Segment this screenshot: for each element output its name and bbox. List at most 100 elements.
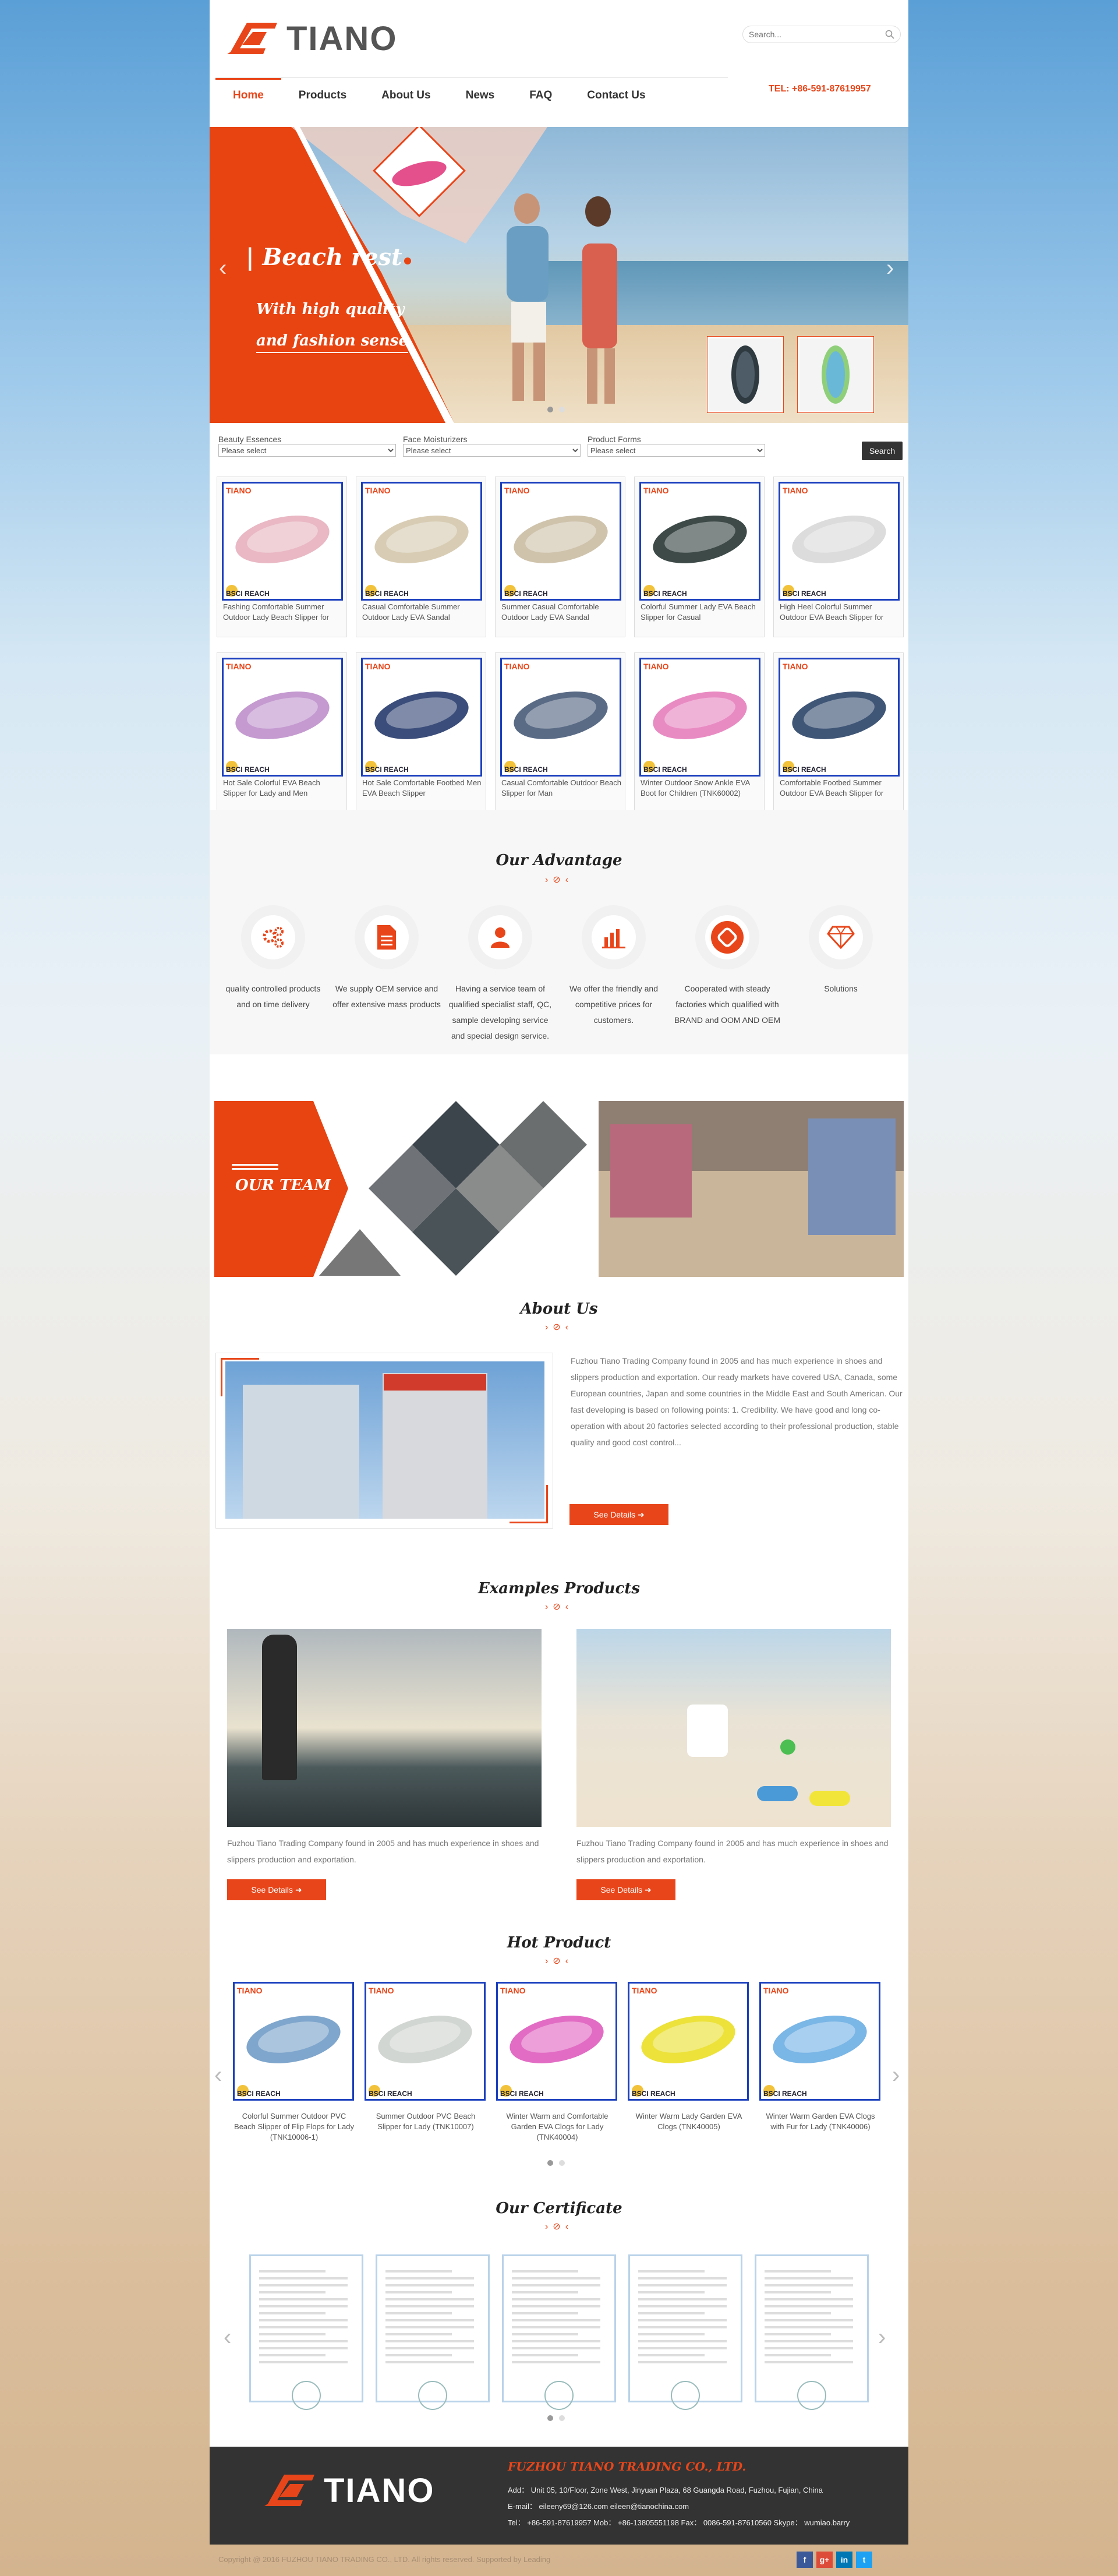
certificate-image[interactable]: [502, 2254, 616, 2410]
product-image[interactable]: TIANO BSCI REACH: [639, 482, 760, 601]
hot-product-card[interactable]: TIANO BSCI REACH Winter Warm and Comfortab…: [496, 1982, 624, 2151]
cert-next-icon[interactable]: ›: [878, 2324, 886, 2351]
product-image[interactable]: TIANO BSCI REACH: [500, 482, 621, 601]
nav-products[interactable]: Products: [281, 78, 364, 113]
product-caption[interactable]: Winter Warm Lady Garden EVA Clogs (TNK40…: [628, 2111, 750, 2132]
advantage-item: We supply OEM service and offer extensiv…: [332, 905, 441, 1012]
nav-home[interactable]: Home: [215, 78, 281, 113]
logo-mark-icon: [227, 23, 277, 54]
advantage-text: quality controlled products and on time …: [225, 984, 321, 1009]
hot-dot[interactable]: [547, 2160, 553, 2166]
product-caption[interactable]: High Heel Colorful Summer Outdoor EVA Be…: [780, 602, 900, 623]
certificate-image[interactable]: [249, 2254, 363, 2410]
filter-select[interactable]: Please select: [218, 444, 396, 457]
team-banner: OUR TEAM: [214, 1101, 904, 1277]
hot-product-card[interactable]: TIANO BSCI REACH Winter Warm Lady Garden E…: [628, 1982, 756, 2151]
product-caption[interactable]: Summer Casual Comfortable Outdoor Lady E…: [501, 602, 621, 623]
banner-thumb-2[interactable]: [797, 336, 874, 413]
product-card[interactable]: TIANO BSCI REACH Summer Casual Comfortable…: [495, 477, 625, 637]
nav-news[interactable]: News: [448, 78, 512, 113]
product-brand-label: TIANO: [643, 662, 669, 671]
product-card[interactable]: TIANO BSCI REACH Fashing Comfortable Summe…: [217, 477, 347, 637]
linkedin-icon[interactable]: in: [836, 2552, 852, 2568]
certificate-image[interactable]: [628, 2254, 742, 2410]
product-caption[interactable]: Winter Outdoor Snow Ankle EVA Boot for C…: [641, 778, 760, 799]
hot-product-card[interactable]: TIANO BSCI REACH Winter Warm Garden EVA Cl…: [759, 1982, 887, 2151]
banner-dot[interactable]: [547, 407, 553, 412]
product-caption[interactable]: Colorful Summer Lady EVA Beach Slipper f…: [641, 602, 760, 623]
advantage-icon-circle: [809, 905, 873, 969]
product-card[interactable]: TIANO BSCI REACH Hot Sale Comfortable Foot…: [356, 652, 486, 813]
nav-about-us[interactable]: About Us: [364, 78, 448, 113]
advantage-text: Solutions: [824, 984, 858, 993]
product-caption[interactable]: Colorful Summer Outdoor PVC Beach Slippe…: [233, 2111, 355, 2143]
product-caption[interactable]: Comfortable Footbed Summer Outdoor EVA B…: [780, 778, 900, 799]
site-logo[interactable]: TIANO: [219, 15, 417, 62]
product-image[interactable]: TIANO BSCI REACH: [222, 658, 343, 777]
product-card[interactable]: TIANO BSCI REACH Winter Outdoor Snow Ankle…: [634, 652, 765, 813]
cert-dot[interactable]: [547, 2415, 553, 2421]
hot-next-icon[interactable]: ›: [892, 2062, 900, 2088]
product-card[interactable]: TIANO BSCI REACH Casual Comfortable Outdoo…: [495, 652, 625, 813]
product-image[interactable]: TIANO BSCI REACH: [222, 482, 343, 601]
product-caption[interactable]: Summer Outdoor PVC Beach Slipper for Lad…: [365, 2111, 487, 2132]
hot-dot[interactable]: [559, 2160, 565, 2166]
google-plus-icon[interactable]: g+: [816, 2552, 833, 2568]
hot-product-card[interactable]: TIANO BSCI REACH Colorful Summer Outdoor P…: [233, 1982, 361, 2151]
certificate-image[interactable]: [376, 2254, 490, 2410]
product-card[interactable]: TIANO BSCI REACH Colorful Summer Lady EVA …: [634, 477, 765, 637]
product-image[interactable]: TIANO BSCI REACH: [361, 482, 482, 601]
filter-search-button[interactable]: Search: [862, 442, 903, 460]
cert-dot[interactable]: [559, 2415, 565, 2421]
about-text: Fuzhou Tiano Trading Company found in 20…: [571, 1356, 903, 1447]
banner-thumb-1[interactable]: [707, 336, 784, 413]
product-card[interactable]: TIANO BSCI REACH Hot Sale Colorful EVA Bea…: [217, 652, 347, 813]
product-caption[interactable]: Hot Sale Colorful EVA Beach Slipper for …: [223, 778, 343, 799]
product-image[interactable]: TIANO BSCI REACH: [779, 658, 900, 777]
cert-prev-icon[interactable]: ‹: [224, 2324, 231, 2351]
banner-next-icon[interactable]: ›: [886, 255, 894, 281]
product-cert-labels: BSCI REACH: [369, 2090, 412, 2098]
search-input[interactable]: [749, 30, 885, 39]
footer-logo-mark-icon: [264, 2475, 314, 2506]
hot-prev-icon[interactable]: ‹: [214, 2062, 222, 2088]
product-brand-label: TIANO: [365, 486, 391, 495]
product-card[interactable]: TIANO BSCI REACH High Heel Colorful Summer…: [773, 477, 904, 637]
nav-contact-us[interactable]: Contact Us: [569, 78, 663, 113]
example-see-details-button[interactable]: See Details ➜: [227, 1879, 326, 1900]
footer-logo[interactable]: TIANO: [256, 2470, 434, 2511]
product-image[interactable]: TIANO BSCI REACH: [500, 658, 621, 777]
product-image[interactable]: TIANO BSCI REACH: [233, 1982, 354, 2101]
advantage-item: quality controlled products and on time …: [219, 905, 327, 1012]
filter-select[interactable]: Please select: [403, 444, 581, 457]
product-caption[interactable]: Casual Comfortable Outdoor Beach Slipper…: [501, 778, 621, 799]
filter-select[interactable]: Please select: [588, 444, 765, 457]
product-caption[interactable]: Hot Sale Comfortable Footbed Men EVA Bea…: [362, 778, 482, 799]
product-brand-label: TIANO: [369, 1986, 394, 1995]
twitter-icon[interactable]: t: [856, 2552, 872, 2568]
example-see-details-button[interactable]: See Details ➜: [576, 1879, 675, 1900]
product-image[interactable]: TIANO BSCI REACH: [365, 1982, 486, 2101]
product-image[interactable]: TIANO BSCI REACH: [628, 1982, 749, 2101]
product-caption[interactable]: Casual Comfortable Summer Outdoor Lady E…: [362, 602, 482, 623]
hot-product-card[interactable]: TIANO BSCI REACH Summer Outdoor PVC Beach …: [365, 1982, 493, 2151]
facebook-icon[interactable]: f: [797, 2552, 813, 2568]
product-image[interactable]: TIANO BSCI REACH: [779, 482, 900, 601]
product-caption[interactable]: Winter Warm and Comfortable Garden EVA C…: [496, 2111, 618, 2143]
certificate-image[interactable]: [755, 2254, 869, 2410]
product-image[interactable]: TIANO BSCI REACH: [361, 658, 482, 777]
product-image[interactable]: TIANO BSCI REACH: [759, 1982, 880, 2101]
product-caption[interactable]: Fashing Comfortable Summer Outdoor Lady …: [223, 602, 343, 623]
product-caption[interactable]: Winter Warm Garden EVA Clogs with Fur fo…: [759, 2111, 882, 2132]
search-icon[interactable]: [885, 30, 894, 39]
nav-faq[interactable]: FAQ: [512, 78, 569, 113]
page-container: TIANO TEL: +86-591-87619957 Home Product…: [210, 0, 908, 2545]
product-card[interactable]: TIANO BSCI REACH Casual Comfortable Summer…: [356, 477, 486, 637]
product-image[interactable]: TIANO BSCI REACH: [496, 1982, 617, 2101]
about-see-details-button[interactable]: See Details ➜: [569, 1504, 668, 1525]
banner-dot[interactable]: [559, 407, 565, 412]
header-phone: TEL: +86-591-87619957: [769, 84, 871, 94]
product-card[interactable]: TIANO BSCI REACH Comfortable Footbed Summe…: [773, 652, 904, 813]
product-image[interactable]: TIANO BSCI REACH: [639, 658, 760, 777]
banner-prev-icon[interactable]: ‹: [219, 255, 227, 281]
